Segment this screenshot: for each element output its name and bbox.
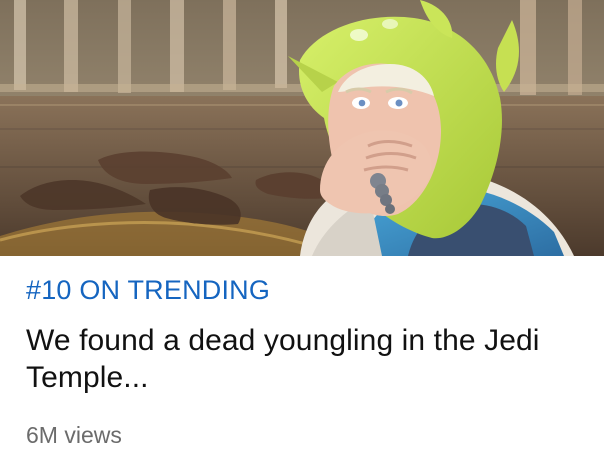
video-title[interactable]: We found a dead youngling in the Jedi Te…	[26, 322, 586, 396]
video-card[interactable]: #10 ON TRENDING We found a dead younglin…	[0, 0, 604, 455]
trending-label: #10 ON TRENDING	[26, 275, 271, 305]
video-thumbnail[interactable]	[0, 0, 604, 256]
video-thumbnail-icon	[0, 0, 604, 256]
view-count: 6M views	[26, 422, 122, 448]
video-meta: #10 ON TRENDING We found a dead younglin…	[0, 256, 604, 455]
